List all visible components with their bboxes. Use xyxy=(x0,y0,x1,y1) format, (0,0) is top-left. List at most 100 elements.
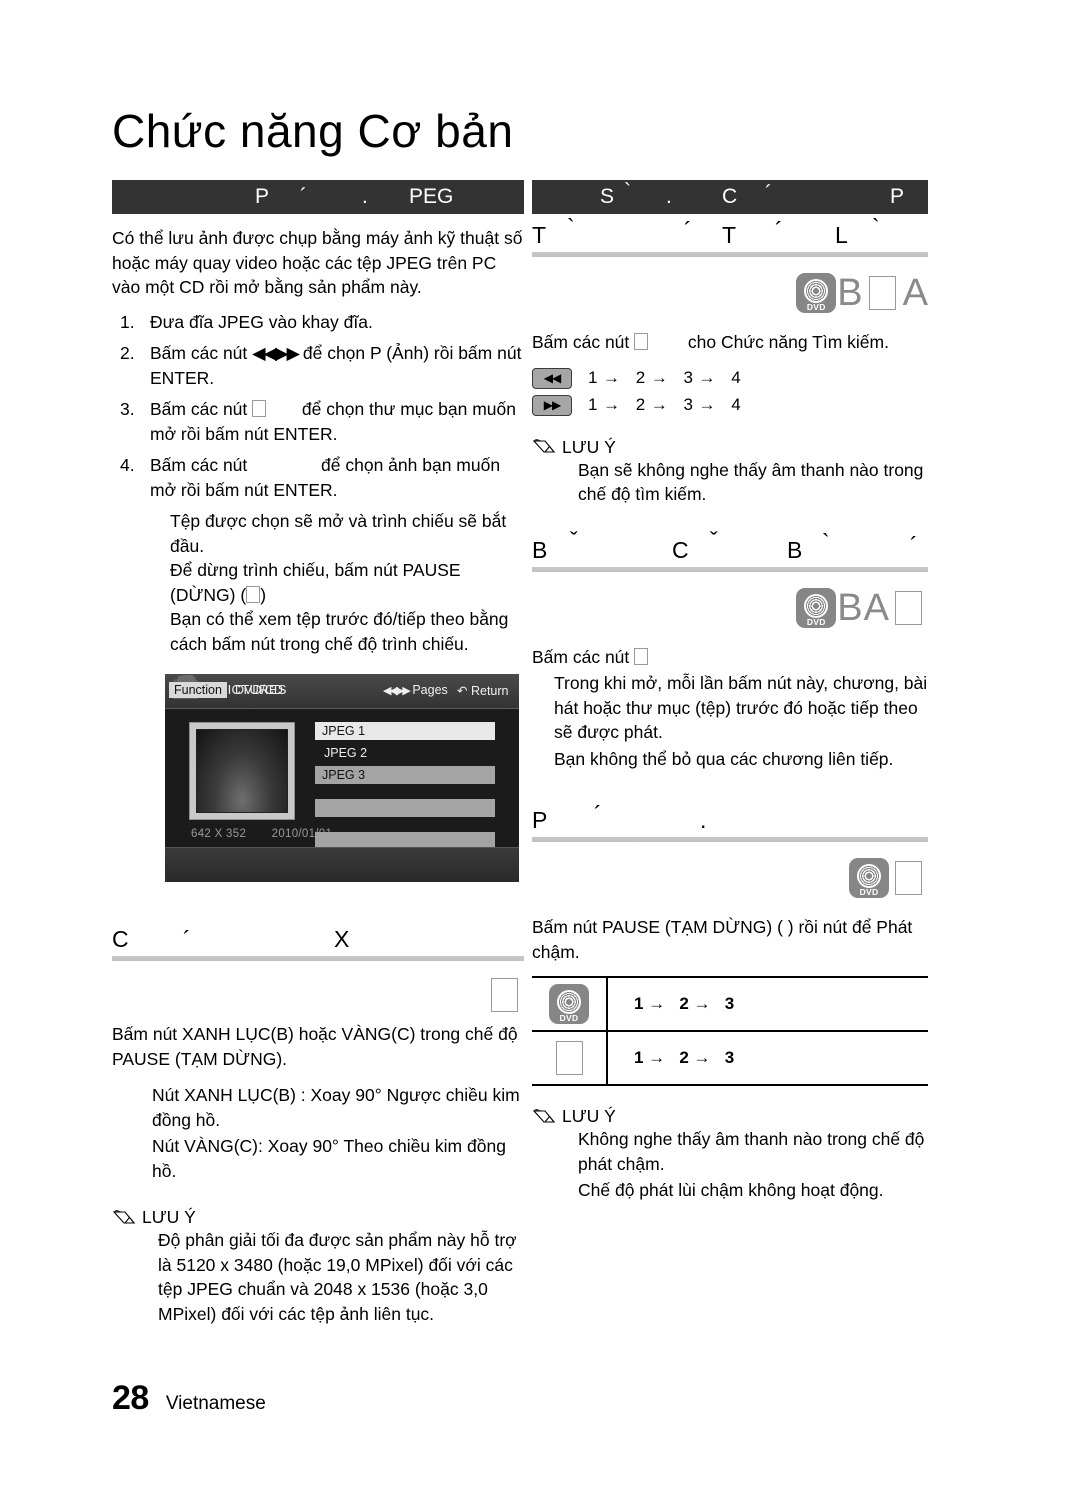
section-header-fragment: ´ xyxy=(183,926,191,952)
slow-play-table: DVD 1 → 2 → 3 1 → 2 → 3 xyxy=(532,976,928,1086)
chapter-bar-fragment: PEG xyxy=(409,185,454,208)
osd-return-hint: ↶ Return xyxy=(457,683,509,698)
section-header-fragment: C xyxy=(672,536,689,563)
chapter-bar-fragment: P xyxy=(890,185,905,208)
chapter-bar-jpeg: P ´ . PEG xyxy=(112,180,524,214)
chapter-bar-fragment: S xyxy=(600,185,615,208)
disc-badge-a: A xyxy=(863,586,889,629)
chapter-bar-fragment: C xyxy=(722,185,738,208)
box-glyph-icon xyxy=(634,333,649,350)
note-body: Không nghe thấy âm thanh nào trong chế đ… xyxy=(578,1129,925,1174)
step-number: 4. xyxy=(120,455,135,475)
list-item[interactable]: JPEG 1 xyxy=(315,722,495,740)
section-rule xyxy=(532,837,928,842)
box-glyph-icon xyxy=(895,861,922,895)
rotate-bullet: Nút XANH LỤC(B) : Xoay 90° Ngược chiều k… xyxy=(152,1085,520,1130)
section-rule xyxy=(112,956,524,961)
dvd-icon: DVD xyxy=(849,858,889,898)
step-text: Đưa đĩa JPEG vào khay đĩa. xyxy=(150,311,373,332)
list-item: 3. Bấm các nút để chọn thư mục bạn muốn … xyxy=(112,397,524,446)
step-note: Tệp được chọn sẽ mở và trình chiếu sẽ bắ… xyxy=(170,511,507,556)
search-instruction: Bấm các nút cho Chức năng Tìm kiếm. xyxy=(532,330,928,355)
table-cell-steps: 1 → 2 → 3 xyxy=(634,994,735,1013)
disc-badge-b: B xyxy=(837,586,863,629)
step-note: Bạn có thể xem tệp trước đó/tiếp theo bằ… xyxy=(170,609,509,654)
osd-file-list: JPEG 1 JPEG 2 JPEG 3 xyxy=(315,722,495,854)
box-glyph-icon xyxy=(555,1041,583,1075)
chapter-bar-fragment: . xyxy=(666,185,672,208)
osd-thumbnail-image xyxy=(196,729,288,813)
osd-resolution: 642 X 352 xyxy=(191,828,247,840)
list-item: 1. Đưa đĩa JPEG vào khay đĩa. xyxy=(112,310,524,335)
section-header-fragment: L xyxy=(835,222,848,248)
box-glyph-icon xyxy=(252,400,267,417)
dvd-label: DVD xyxy=(806,616,826,627)
forward-button-icon[interactable]: ▶▶ xyxy=(532,394,572,416)
list-item[interactable] xyxy=(315,799,495,817)
note-header: LƯU Ý xyxy=(532,1106,928,1127)
osd-source-label: DVD/CD xyxy=(235,683,283,697)
note-header: LƯU Ý xyxy=(112,1207,524,1228)
section-header-fragment: X xyxy=(334,926,350,952)
rewind-key[interactable]: ◀◀ xyxy=(532,367,588,389)
manual-page: Chức năng Cơ bản P ´ . PEG Có thể lưu ản… xyxy=(0,0,1080,1486)
osd-metadata: 642 X 352 2010/01/01 xyxy=(191,828,332,840)
step-note-text: Để dừng trình chiếu, bấm nút PAUSE (DỪNG… xyxy=(170,560,461,605)
section-header-search: T ` ´ T ´ L ` xyxy=(532,214,928,264)
disc-badge-row-skip: DVD B A xyxy=(532,585,928,631)
section-header-fragment: T xyxy=(532,222,547,248)
rewind-button-icon[interactable]: ◀◀ xyxy=(532,367,572,389)
table-row: 1 → 2 → 3 xyxy=(532,1030,928,1084)
section-header-fragment: ` xyxy=(822,528,830,555)
note-label: LƯU Ý xyxy=(562,436,616,457)
osd-pages-hint: ◀◀▶▶ Pages xyxy=(383,683,448,697)
section-header-slow: P ´ . xyxy=(532,801,928,849)
step-number: 2. xyxy=(120,343,135,363)
note-header: LƯU Ý xyxy=(532,437,928,458)
list-item[interactable]: JPEG 3 xyxy=(315,766,495,784)
note-body: Chế độ phát lùi chậm không hoạt động. xyxy=(578,1180,884,1200)
section-header-fragment: ´ xyxy=(910,531,918,558)
chapter-bar-fragment: . xyxy=(362,185,368,208)
osd-thumbnail-frame xyxy=(189,722,295,820)
table-row: ◀◀ 1 → 2 → 3 → 4 xyxy=(532,365,928,392)
right-column: S ` . C ´ P T ` ´ T ´ L ` DVD B A Bấm cá… xyxy=(532,180,928,1203)
dvd-label: DVD xyxy=(859,887,879,897)
sequence-steps: 1 → 2 → 3 → 4 xyxy=(588,368,742,387)
dvd-label: DVD xyxy=(559,1013,579,1023)
chapter-bar-fragment: P xyxy=(255,185,270,208)
table-cell-steps: 1 → 2 → 3 xyxy=(634,1048,735,1067)
disc-glyph xyxy=(804,593,829,618)
left-column: P ´ . PEG Có thể lưu ảnh được chụp bằng … xyxy=(112,180,524,1326)
dvd-icon: DVD xyxy=(796,587,837,628)
rotate-instruction: Bấm nút XANH LỤC(B) hoặc VÀNG(C) trong c… xyxy=(112,1024,518,1069)
pencil-icon xyxy=(532,438,558,456)
table-row: DVD 1 → 2 → 3 xyxy=(532,978,928,1030)
box-glyph-icon xyxy=(895,590,922,625)
chapter-bar-fragment: ´ xyxy=(300,185,307,208)
skip-instruction-before: Bấm các nút xyxy=(532,646,630,667)
rotate-bullet: Nút VÀNG(C): Xoay 90° Theo chiều kim đồn… xyxy=(152,1136,506,1181)
table-cell-icon: DVD xyxy=(532,978,608,1030)
disc-glyph xyxy=(804,279,829,303)
rewind-forward-icon: ◀◀▶▶ xyxy=(252,343,300,363)
return-arrow-icon: ↶ xyxy=(457,684,468,698)
search-instruction-before: Bấm các nút xyxy=(532,332,630,352)
section-header-rotate: C ´ X xyxy=(112,924,524,968)
list-item[interactable]: JPEG 2 xyxy=(315,744,495,762)
chapter-bar-playback: S ` . C ´ P xyxy=(532,180,928,214)
osd-function-badge[interactable]: Function xyxy=(169,682,227,698)
step-number: 1. xyxy=(120,311,135,332)
section-header-fragment: B xyxy=(787,536,803,563)
note-label: LƯU Ý xyxy=(562,1106,616,1126)
dvd-icon: DVD xyxy=(796,273,837,313)
section-header-fragment: ˇ xyxy=(710,526,718,553)
slow-instruction: Bấm nút PAUSE (TẠM DỪNG) ( ) rồi nút để … xyxy=(532,917,913,962)
list-item: 4. Bấm các nút để chọn ảnh bạn muốn mở r… xyxy=(112,453,524,502)
section-header-fragment: ´ xyxy=(775,217,783,243)
forward-key[interactable]: ▶▶ xyxy=(532,394,588,416)
step-note: Để dừng trình chiếu, bấm nút PAUSE (DỪNG… xyxy=(170,558,524,607)
page-number: 28 xyxy=(112,1379,149,1417)
search-instruction-after: cho Chức năng Tìm kiếm. xyxy=(687,332,889,352)
note-body: Bạn sẽ không nghe thấy âm thanh nào tron… xyxy=(578,459,924,505)
